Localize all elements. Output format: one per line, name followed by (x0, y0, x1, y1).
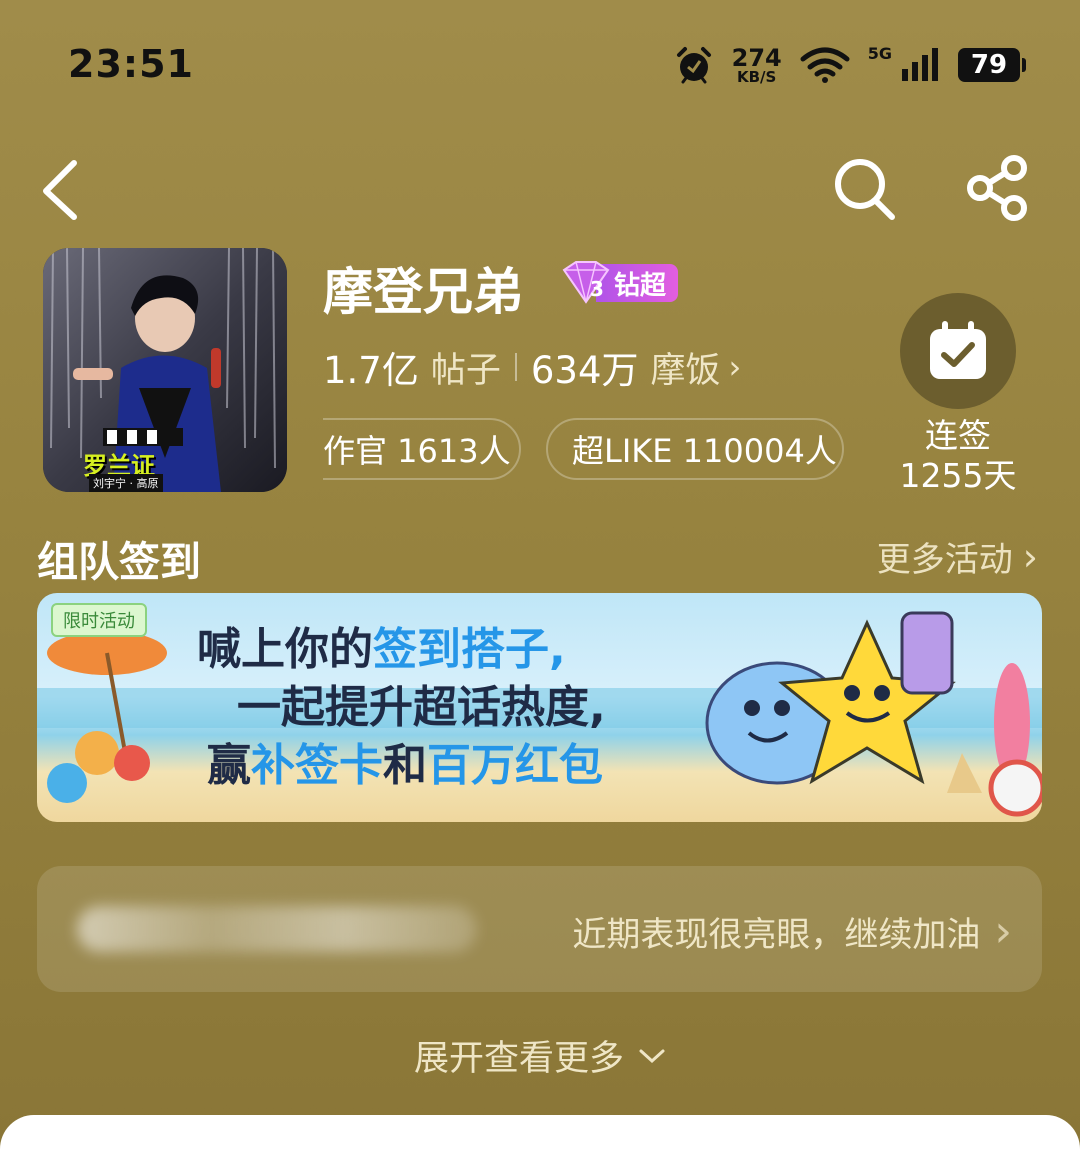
alarm-icon (676, 47, 711, 84)
chevron-right-icon: › (728, 348, 742, 386)
signal-type: 5G (867, 43, 892, 63)
banner-headline: 喊上你的签到搭子, 一起提升超话热度, 赢补签卡和百万红包 (197, 624, 606, 791)
posts-label: 帖子 (430, 350, 501, 391)
topic-title: 摩登兄弟 (323, 263, 523, 321)
topic-stats: 1.7亿 帖子 634万 摩饭 › (323, 340, 741, 394)
signal-icon (902, 48, 938, 81)
performance-card[interactable]: 近期表现很亮眼，继续加油 › (37, 866, 1042, 992)
status-icons: 274 KB/S 5G 79 (674, 40, 1026, 90)
search-icon (835, 159, 895, 220)
battery-indicator: 79 (958, 48, 1026, 82)
status-bar: 23:51 274 KB/S 5G 79 (0, 0, 1080, 130)
checkin-streak: 连签 1255天 (890, 416, 1026, 496)
checkin-days: 1255天 (899, 456, 1017, 495)
ranking-pills: 作官 1613人 超LIKE 110004人 (323, 418, 873, 482)
performance-message: 近期表现很亮眼，继续加油 (572, 915, 981, 955)
chevron-left-icon (43, 160, 77, 220)
calendar-check-icon (930, 321, 986, 379)
expand-more-button[interactable]: 展开查看更多 (0, 1030, 1080, 1081)
super-like-pill[interactable]: 超LIKE 110004人 (546, 418, 844, 480)
performance-message-row: 近期表现很亮眼，继续加油 › (572, 906, 1012, 957)
blurred-content (77, 906, 477, 952)
stats-divider (514, 353, 517, 381)
wifi-icon (800, 47, 850, 83)
chevron-right-icon: › (1022, 534, 1038, 579)
more-activities-label: 更多活动 (876, 540, 1013, 580)
search-button[interactable] (830, 154, 900, 224)
activity-banner[interactable]: 限时活动 喊上你的签到搭子, 一起提升超话热度, 赢补签卡和百万红包 (37, 593, 1042, 822)
diamond-super-badge[interactable]: 3 钻超 (556, 260, 679, 306)
fans-label[interactable]: 摩饭 (650, 342, 720, 393)
limited-time-tag: 限时活动 (51, 603, 147, 637)
fans-count[interactable]: 634万 (531, 340, 639, 394)
cover-caption: 刘宇宁 · 高原 (89, 474, 163, 492)
status-time: 23:51 (68, 42, 194, 86)
checkin-label: 连签 (925, 416, 991, 455)
chevron-down-icon (639, 1049, 665, 1063)
bottom-sheet (0, 1115, 1080, 1149)
cover-artwork (43, 248, 287, 492)
network-speed: 274 KB/S (731, 43, 782, 86)
officer-count-pill[interactable]: 作官 1613人 (323, 418, 521, 480)
chevron-right-icon: › (994, 906, 1012, 957)
share-icon (967, 155, 1027, 221)
svg-text:3: 3 (590, 277, 604, 301)
expand-label: 展开查看更多 (413, 1039, 624, 1079)
diamond-icon: 3 (562, 261, 610, 304)
checkin-button[interactable] (900, 293, 1016, 409)
posts-count: 1.7亿 (323, 349, 419, 392)
share-button[interactable] (962, 154, 1032, 224)
more-activities-link[interactable]: 更多活动 › (877, 532, 1038, 581)
topic-cover-image[interactable]: 罗兰证 刘宇宁 · 高原 (43, 248, 287, 492)
team-checkin-title: 组队签到 (37, 538, 201, 586)
back-button[interactable] (36, 155, 96, 225)
